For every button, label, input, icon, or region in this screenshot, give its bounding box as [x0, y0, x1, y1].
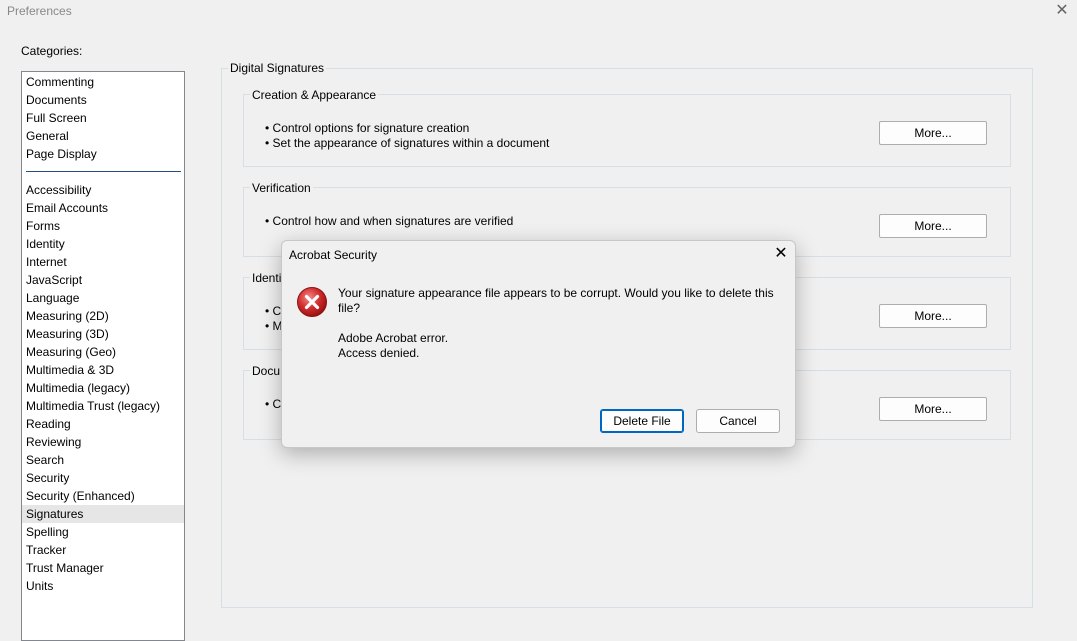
category-item-general[interactable]: General [22, 127, 184, 145]
category-item-forms[interactable]: Forms [22, 217, 184, 235]
category-item-email-accounts[interactable]: Email Accounts [22, 199, 184, 217]
creation-more-button[interactable]: More... [879, 121, 987, 145]
categories-list[interactable]: Commenting Documents Full Screen General Pag… [21, 71, 185, 641]
acrobat-security-dialog: Acrobat Security ✕ Your signature appear… [281, 240, 796, 448]
dialog-error-line-1: Adobe Acrobat error. [338, 331, 449, 345]
window-title: Preferences [7, 4, 72, 18]
category-item-multimedia-3d[interactable]: Multimedia & 3D [22, 361, 184, 379]
identities-more-button[interactable]: More... [879, 304, 987, 328]
category-item-full-screen[interactable]: Full Screen [22, 109, 184, 127]
category-item-multimedia-trust-legacy[interactable]: Multimedia Trust (legacy) [22, 397, 184, 415]
identities-bullet-1: • C [265, 304, 282, 318]
delete-file-button[interactable]: Delete File [600, 409, 684, 433]
creation-appearance-title: Creation & Appearance [250, 88, 379, 102]
verification-more-button[interactable]: More... [879, 214, 987, 238]
verification-bullet-1: • Control how and when signatures are ve… [265, 214, 514, 228]
document-bullet-1: • C [265, 397, 282, 411]
categories-label: Categories: [21, 44, 83, 58]
document-timestamping-title: Docu [250, 364, 283, 378]
category-item-trust-manager[interactable]: Trust Manager [22, 559, 184, 577]
category-item-spelling[interactable]: Spelling [22, 523, 184, 541]
window-close-icon[interactable]: ✕ [1054, 2, 1070, 20]
category-item-security[interactable]: Security [22, 469, 184, 487]
cancel-button[interactable]: Cancel [696, 409, 780, 433]
dialog-title: Acrobat Security [289, 248, 378, 262]
category-item-measuring-2d[interactable]: Measuring (2D) [22, 307, 184, 325]
category-item-security-enhanced[interactable]: Security (Enhanced) [22, 487, 184, 505]
creation-bullet-2: • Set the appearance of signatures withi… [265, 136, 550, 150]
category-item-language[interactable]: Language [22, 289, 184, 307]
identities-title: Identi [250, 271, 284, 285]
identities-bullet-2: • M [265, 319, 283, 333]
category-item-measuring-3d[interactable]: Measuring (3D) [22, 325, 184, 343]
dialog-error-line-2: Access denied. [338, 346, 420, 360]
category-item-identity[interactable]: Identity [22, 235, 184, 253]
creation-bullet-1: • Control options for signature creation [265, 121, 470, 135]
category-item-page-display[interactable]: Page Display [22, 145, 184, 163]
dialog-error-details: Adobe Acrobat error. Access denied. [338, 331, 448, 361]
category-item-signatures[interactable]: Signatures [22, 505, 184, 523]
category-item-tracker[interactable]: Tracker [22, 541, 184, 559]
error-icon [296, 286, 328, 318]
category-item-units[interactable]: Units [22, 577, 184, 595]
category-item-reading[interactable]: Reading [22, 415, 184, 433]
category-item-measuring-geo[interactable]: Measuring (Geo) [22, 343, 184, 361]
category-item-accessibility[interactable]: Accessibility [22, 181, 184, 199]
document-more-button[interactable]: More... [879, 397, 987, 421]
category-item-search[interactable]: Search [22, 451, 184, 469]
dialog-message: Your signature appearance file appears t… [338, 286, 774, 315]
category-item-documents[interactable]: Documents [22, 91, 184, 109]
dialog-close-icon[interactable]: ✕ [772, 245, 790, 263]
verification-title: Verification [250, 181, 313, 195]
category-item-internet[interactable]: Internet [22, 253, 184, 271]
categories-separator [26, 171, 181, 172]
category-item-multimedia-legacy[interactable]: Multimedia (legacy) [22, 379, 184, 397]
category-item-commenting[interactable]: Commenting [22, 73, 184, 91]
digital-signatures-title: Digital Signatures [228, 61, 327, 75]
category-item-javascript[interactable]: JavaScript [22, 271, 184, 289]
category-item-reviewing[interactable]: Reviewing [22, 433, 184, 451]
